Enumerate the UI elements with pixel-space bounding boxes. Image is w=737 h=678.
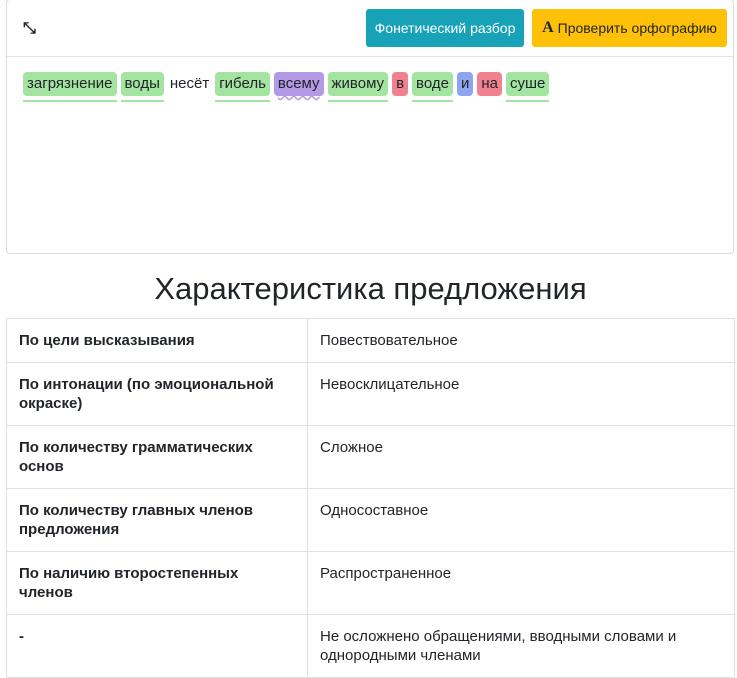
table-row: - Не осложнено обращениями, вводными слов… bbox=[6, 614, 735, 678]
row-value: Не осложнено обращениями, вводными слова… bbox=[307, 614, 735, 678]
characteristics-table: По цели высказывания Повествовательное По… bbox=[6, 318, 735, 678]
word[interactable]: суше bbox=[505, 72, 550, 102]
word[interactable]: несёт bbox=[168, 72, 211, 96]
table-row: По количеству главных членов предложения… bbox=[6, 488, 735, 552]
table-row: По интонации (по эмоциональной окраске) Н… bbox=[6, 362, 735, 426]
table-row: По наличию второстепенных членов Распрост… bbox=[6, 551, 735, 615]
row-value: Сложное bbox=[307, 425, 735, 489]
row-value: Распространенное bbox=[307, 551, 735, 615]
spell-icon: A bbox=[542, 19, 554, 36]
word[interactable]: на bbox=[477, 72, 502, 96]
sentence-card: ⤡ Фонетический разбор A Проверить орфогра… bbox=[6, 0, 734, 254]
word[interactable]: воды bbox=[120, 72, 165, 102]
expand-icon[interactable]: ⤡ bbox=[23, 20, 36, 38]
phonetic-analysis-button[interactable]: Фонетический разбор bbox=[366, 9, 524, 47]
sentence-words: загрязнение воды несёт гибель всему живо… bbox=[23, 72, 550, 102]
table-row: По количеству грамматических основ Сложно… bbox=[6, 425, 735, 489]
row-value: Односоставное bbox=[307, 488, 735, 552]
word[interactable]: воде bbox=[412, 72, 453, 102]
row-label: - bbox=[6, 614, 308, 678]
row-label: По количеству грамматических основ bbox=[6, 425, 308, 489]
card-header: ⤡ Фонетический разбор A Проверить орфогра… bbox=[7, 0, 733, 57]
word[interactable]: всему bbox=[273, 72, 324, 96]
section-heading: Характеристика предложения bbox=[154, 271, 587, 306]
row-label: По интонации (по эмоциональной окраске) bbox=[6, 362, 308, 426]
table-row: По цели высказывания Повествовательное bbox=[6, 318, 735, 363]
row-label: По количеству главных членов предложения bbox=[6, 488, 308, 552]
row-label: По цели высказывания bbox=[6, 318, 308, 363]
check-spelling-button[interactable]: A Проверить орфографию bbox=[532, 9, 727, 47]
row-value: Невосклицательное bbox=[307, 362, 735, 426]
word[interactable]: загрязнение bbox=[23, 72, 117, 102]
check-spelling-label: Проверить орфографию bbox=[557, 20, 717, 36]
word[interactable]: гибель bbox=[215, 72, 270, 102]
row-label: По наличию второстепенных членов bbox=[6, 551, 308, 615]
word[interactable]: в bbox=[392, 72, 409, 96]
word[interactable]: и bbox=[456, 72, 474, 96]
word[interactable]: живому bbox=[327, 72, 389, 102]
row-value: Повествовательное bbox=[307, 318, 735, 363]
